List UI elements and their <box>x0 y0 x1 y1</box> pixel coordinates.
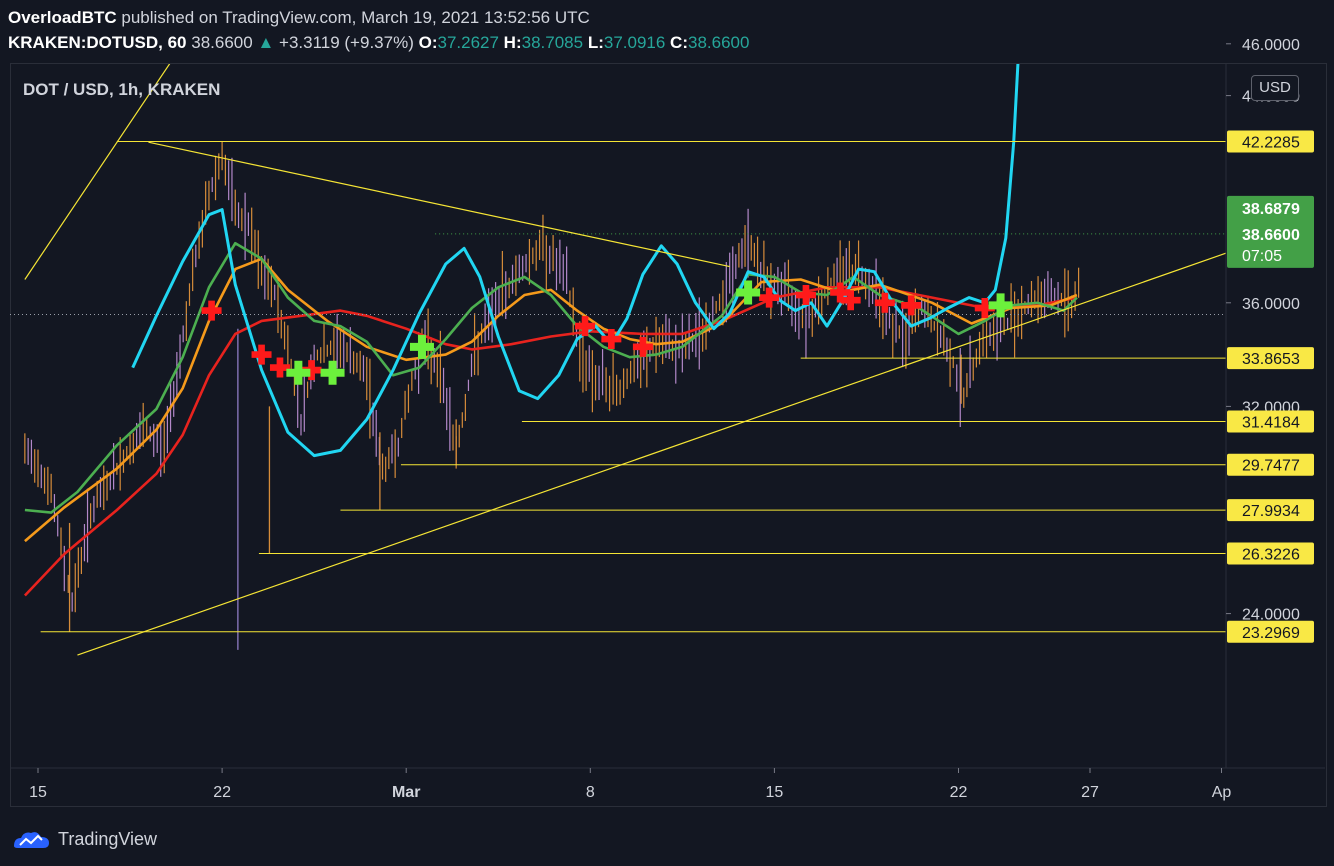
channel-trendline[interactable] <box>24 0 235 280</box>
bar-countdown: 07:05 <box>1242 248 1282 265</box>
price-level-label: 27.9934 <box>1242 503 1300 520</box>
candles <box>24 141 1080 650</box>
ema_orange-line[interactable] <box>24 257 1078 543</box>
buy-signal-marker <box>286 360 311 385</box>
y-tick-label: 48.0000 <box>1242 0 1300 2</box>
sell-signal-marker <box>874 292 895 313</box>
buy-signal-marker <box>988 293 1013 318</box>
support-trendline[interactable] <box>77 223 1313 656</box>
x-tick-label: 8 <box>586 784 595 801</box>
currency-button[interactable]: USD <box>1251 75 1299 101</box>
price-level-label: 26.3226 <box>1242 546 1300 563</box>
tradingview-brand: TradingView <box>58 828 158 849</box>
x-tick-label: 22 <box>950 784 968 801</box>
y-tick-label: 46.0000 <box>1242 37 1300 54</box>
x-tick-label: 22 <box>213 784 231 801</box>
buy-signal-marker <box>736 280 761 305</box>
projection-line[interactable] <box>131 0 1025 458</box>
price-level-label: 29.7477 <box>1242 458 1300 475</box>
alt-price-label: 38.6879 <box>1242 201 1300 218</box>
x-tick-label: 15 <box>766 784 784 801</box>
x-tick-label: Ap <box>1212 784 1232 801</box>
x-tick-label: 15 <box>29 784 47 801</box>
price-level-label: 31.4184 <box>1242 414 1300 431</box>
price-axis[interactable]: 48.000046.000044.000036.000032.000024.00… <box>1225 0 1314 768</box>
tradingview-footer[interactable]: TradingView <box>10 826 157 852</box>
time-axis[interactable]: 15 22 Mar 8 15 22 27 Ap <box>10 767 1325 801</box>
ema_green-line[interactable] <box>24 241 1078 514</box>
x-tick-label: Mar <box>392 784 420 801</box>
y-tick-label: 36.0000 <box>1242 296 1300 313</box>
price-chart[interactable]: 48.000046.000044.000036.000032.000024.00… <box>0 0 1334 866</box>
current-price-label: 38.6600 <box>1242 227 1300 244</box>
price-level-label: 33.8653 <box>1242 351 1300 368</box>
price-level-label: 23.2969 <box>1242 625 1300 642</box>
tradingview-cloud-icon <box>14 832 49 848</box>
symbol-label: DOT / USD, 1h, KRAKEN <box>23 80 221 99</box>
x-tick-label: 27 <box>1081 784 1099 801</box>
sell-signal-marker <box>759 287 780 308</box>
price-level-label: 42.2285 <box>1242 134 1300 151</box>
